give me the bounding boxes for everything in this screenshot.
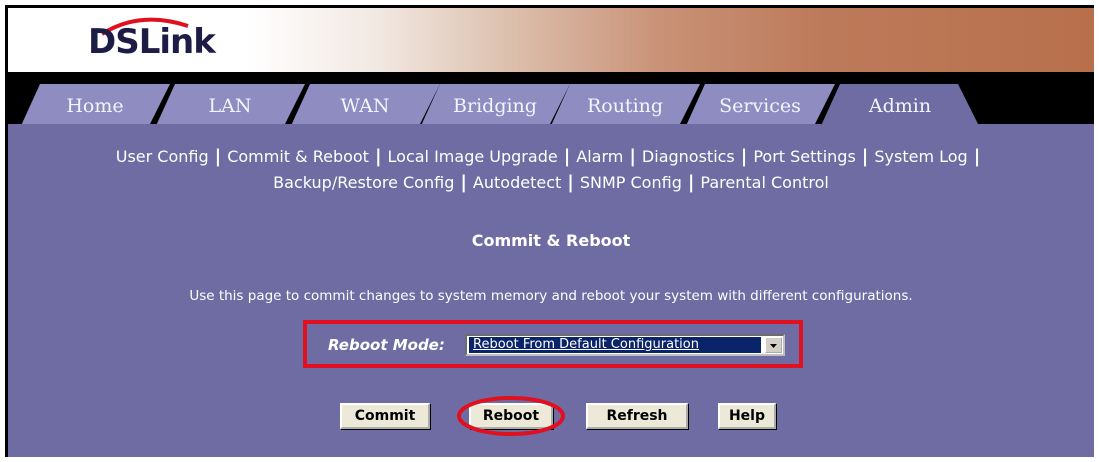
admin-subnav: User Config | Commit & Reboot | Local Image … [115,146,981,193]
reboot-highlight-ring [457,396,565,436]
tab-lan-label: LAN [208,95,252,117]
tab-admin-label: Admin [868,95,932,117]
help-button[interactable]: Help [718,403,776,429]
tab-services-label: Services [719,95,801,117]
subnav-port-settings[interactable]: Port Settings [753,147,855,166]
dslink-logo: DSLink [88,22,216,62]
tab-bridging-label: Bridging [453,95,537,117]
tab-services[interactable]: Services [685,84,835,128]
tab-home-label: Home [66,95,124,117]
subnav-system-log[interactable]: System Log [874,147,967,166]
tab-wan[interactable]: WAN [290,84,440,128]
tab-lan[interactable]: LAN [155,84,305,128]
subnav-local-image-upgrade[interactable]: Local Image Upgrade [388,147,558,166]
commit-button[interactable]: Commit [340,403,430,429]
dropdown-arrow-icon[interactable] [765,337,782,353]
page-title: Commit & Reboot [471,231,631,250]
subnav-backup-restore-config[interactable]: Backup/Restore Config [273,173,454,192]
refresh-button[interactable]: Refresh [586,403,688,429]
tab-routing[interactable]: Routing [550,84,700,128]
subnav-alarm[interactable]: Alarm [576,147,623,166]
tab-bridging[interactable]: Bridging [420,84,570,128]
subnav-autodetect[interactable]: Autodetect [473,173,561,192]
tab-routing-label: Routing [586,95,664,117]
subnav-snmp-config[interactable]: SNMP Config [580,173,682,192]
header-banner: DSLink [8,8,1094,72]
page-description: Use this page to commit changes to syste… [189,288,913,304]
subnav-diagnostics[interactable]: Diagnostics [642,147,735,166]
subnav-user-config[interactable]: User Config [116,147,209,166]
subnav-commit-reboot[interactable]: Commit & Reboot [227,147,369,166]
subnav-parental-control[interactable]: Parental Control [700,173,828,192]
reboot-mode-select[interactable]: Reboot From Default Configuration [465,334,785,356]
reboot-mode-label: Reboot Mode: [328,336,445,354]
reboot-mode-value: Reboot From Default Configuration [469,337,761,353]
tab-wan-label: WAN [340,95,390,117]
tab-admin[interactable]: Admin [820,84,980,128]
tab-home[interactable]: Home [20,84,170,128]
